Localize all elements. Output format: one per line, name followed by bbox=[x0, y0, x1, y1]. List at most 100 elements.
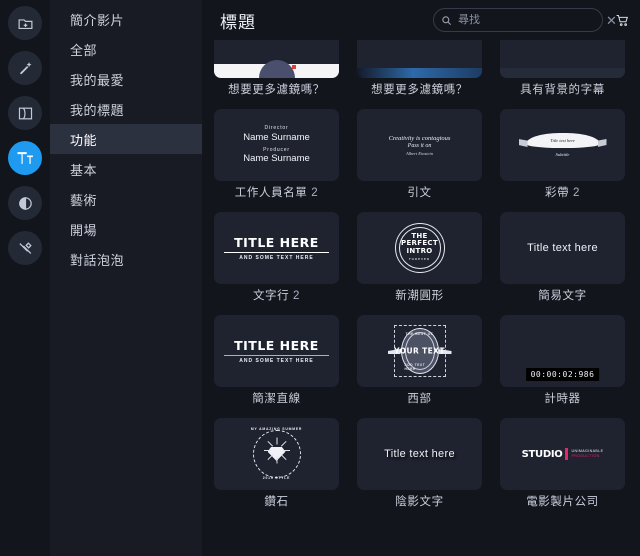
title-card[interactable]: TITLE HERE AND SOME TEXT HERE 文字行 2 bbox=[214, 212, 339, 303]
label-text: 文字行 bbox=[252, 290, 290, 302]
title-card-label: 西部 bbox=[407, 393, 432, 405]
sidebar-item-0[interactable]: 簡介影片 bbox=[50, 4, 202, 34]
sidebar-item-label: 我的最愛 bbox=[70, 72, 125, 88]
title-thumbnail: TITLE HERE AND SOME TEXT HERE bbox=[214, 212, 339, 284]
titleline-headline: TITLE HERE bbox=[234, 234, 319, 250]
title-card-label: 工作人員名單 2 bbox=[214, 186, 339, 200]
sidebar-item-7[interactable]: 開場 bbox=[50, 214, 202, 244]
header-actions: ✕ bbox=[433, 8, 630, 32]
title-card[interactable]: 想要更多濾鏡嗎？ bbox=[214, 40, 339, 97]
title-card-label: 具有背景的字幕 bbox=[520, 84, 605, 96]
diamond-top-text: MY AMAZING SUMMER bbox=[250, 427, 303, 431]
title-card-label: 計時器 bbox=[544, 393, 581, 405]
title-thumbnail bbox=[500, 40, 625, 78]
titleline-subtext: AND SOME TEXT HERE bbox=[239, 358, 314, 365]
title-card-label: 文字行 2 bbox=[214, 289, 339, 303]
studio-accent-bar bbox=[565, 448, 569, 460]
sidebar-item-label: 我的標題 bbox=[70, 102, 125, 118]
rail-item-tools[interactable] bbox=[8, 231, 42, 265]
credits-role: Producer bbox=[263, 146, 290, 153]
sidebar-item-4[interactable]: 功能 bbox=[50, 124, 202, 154]
tools-icon bbox=[17, 240, 34, 257]
title-card[interactable]: Title text here Subtitle 彩帶 2 bbox=[500, 109, 625, 200]
sidebar-item-2[interactable]: 我的最愛 bbox=[50, 64, 202, 94]
sidebar-item-label: 開場 bbox=[70, 222, 98, 238]
sidebar-item-1[interactable]: 全部 bbox=[50, 34, 202, 64]
studio-logo-art: STUDIO UNIMAGINABLE PRODUCTION bbox=[522, 448, 604, 460]
shopping-cart-icon[interactable] bbox=[613, 13, 630, 28]
title-card-label: 簡易文字 bbox=[538, 290, 587, 302]
credits-name: Name Surname bbox=[243, 131, 310, 143]
title-card[interactable]: 想要更多濾鏡嗎？ bbox=[357, 40, 482, 97]
titleline-art: TITLE HERE AND SOME TEXT HERE bbox=[214, 234, 339, 262]
title-card-label: 引文 bbox=[407, 187, 432, 199]
title-card[interactable]: Title text here 陰影文字 bbox=[357, 418, 482, 509]
rail-item-titles[interactable] bbox=[8, 141, 42, 175]
sidebar-item-6[interactable]: 藝術 bbox=[50, 184, 202, 214]
folder-plus-icon bbox=[17, 15, 34, 32]
transition-icon bbox=[17, 105, 34, 122]
circle-line-4: FOREVER bbox=[408, 256, 431, 261]
credits-art: Director Name Surname Producer Name Surn… bbox=[243, 125, 310, 164]
sidebar-item-label: 對話泡泡 bbox=[70, 252, 125, 268]
circle-line-3: INTRO bbox=[406, 246, 433, 255]
western-top-text: THE BEST OF bbox=[405, 332, 434, 336]
title-thumbnail: Director Name Surname Producer Name Surn… bbox=[214, 109, 339, 181]
rail-item-effects[interactable] bbox=[8, 51, 42, 85]
sidebar-item-5[interactable]: 基本 bbox=[50, 154, 202, 184]
blue-band-art bbox=[357, 68, 482, 78]
credits-role: Director bbox=[264, 125, 289, 132]
rail-item-transitions[interactable] bbox=[8, 96, 42, 130]
sidebar-item-label: 全部 bbox=[70, 42, 98, 58]
titles-grid-scroll[interactable]: 想要更多濾鏡嗎？ 想要更多濾鏡嗎？ 具有背景的字幕 Director Name … bbox=[202, 40, 640, 556]
magic-wand-icon bbox=[17, 60, 34, 77]
title-card[interactable]: Director Name Surname Producer Name Surn… bbox=[214, 109, 339, 200]
title-thumbnail: 00:00:02:986 bbox=[500, 315, 625, 387]
title-card-label: 鑽石 bbox=[264, 496, 289, 508]
titles-grid: 想要更多濾鏡嗎？ 想要更多濾鏡嗎？ 具有背景的字幕 Director Name … bbox=[202, 40, 640, 509]
western-center-text: YOUR TEXT bbox=[394, 346, 445, 356]
ribbon-art: Title text here Subtitle bbox=[525, 133, 600, 157]
timecode-display: 00:00:02:986 bbox=[525, 368, 600, 381]
title-card[interactable]: MY AMAZING SUMMER 2019 STYLE 鑽石 bbox=[214, 418, 339, 509]
label-number: 2 bbox=[311, 187, 319, 199]
title-card-label: 新潮圓形 bbox=[395, 290, 444, 302]
rail-item-filters[interactable] bbox=[8, 186, 42, 220]
title-thumbnail: MY AMAZING SUMMER 2019 STYLE bbox=[214, 418, 339, 490]
search-icon bbox=[441, 15, 452, 26]
title-card-label: 簡潔直線 bbox=[252, 393, 301, 405]
ribbon-title: Title text here bbox=[550, 138, 575, 143]
sidebar-item-3[interactable]: 我的標題 bbox=[50, 94, 202, 124]
search-input[interactable] bbox=[458, 14, 600, 26]
title-card[interactable]: TITLE HERE AND SOME TEXT HERE 簡潔直線 bbox=[214, 315, 339, 406]
label-text: 工作人員名單 bbox=[234, 187, 308, 199]
title-card[interactable]: Creativity is contagious Pass it on Albe… bbox=[357, 109, 482, 200]
titleline-rule bbox=[224, 251, 329, 254]
title-thumbnail: Title text here Subtitle bbox=[500, 109, 625, 181]
sidebar-item-label: 功能 bbox=[70, 132, 98, 148]
title-thumbnail: Creativity is contagious Pass it on Albe… bbox=[357, 109, 482, 181]
title-card[interactable]: 00:00:02:986 計時器 bbox=[500, 315, 625, 406]
title-card[interactable]: THE BEST OF YOUR TEXT ADD TEXT HERE 西部 bbox=[357, 315, 482, 406]
title-card[interactable]: 具有背景的字幕 bbox=[500, 40, 625, 97]
rail-item-media-library[interactable] bbox=[8, 6, 42, 40]
panel-header: 標題 ✕ bbox=[202, 0, 640, 40]
quote-line-1: Creativity is contagious bbox=[388, 134, 451, 142]
titleline-subtext: AND SOME TEXT HERE bbox=[239, 255, 314, 262]
title-card[interactable]: Title text here 簡易文字 bbox=[500, 212, 625, 303]
title-text-icon bbox=[15, 148, 35, 168]
western-bottom-text: ADD TEXT HERE bbox=[404, 363, 426, 371]
sidebar-item-label: 簡介影片 bbox=[70, 12, 125, 28]
search-box[interactable]: ✕ bbox=[433, 8, 617, 32]
titleline-headline: TITLE HERE bbox=[234, 337, 319, 353]
title-card[interactable]: STUDIO UNIMAGINABLE PRODUCTION 電影製片公司 bbox=[500, 418, 625, 509]
titleline-cyan-art: TITLE HERE AND SOME TEXT HERE bbox=[214, 337, 339, 365]
title-thumbnail bbox=[214, 40, 339, 78]
tool-rail bbox=[0, 0, 50, 556]
circle-intro-art: THE PERFECT INTRO FOREVER bbox=[394, 223, 445, 273]
western-badge-art: THE BEST OF YOUR TEXT ADD TEXT HERE bbox=[387, 323, 452, 379]
sidebar-item-8[interactable]: 對話泡泡 bbox=[50, 244, 202, 274]
title-thumbnail: THE BEST OF YOUR TEXT ADD TEXT HERE bbox=[357, 315, 482, 387]
studio-word: STUDIO bbox=[521, 448, 563, 460]
title-card[interactable]: THE PERFECT INTRO FOREVER 新潮圓形 bbox=[357, 212, 482, 303]
